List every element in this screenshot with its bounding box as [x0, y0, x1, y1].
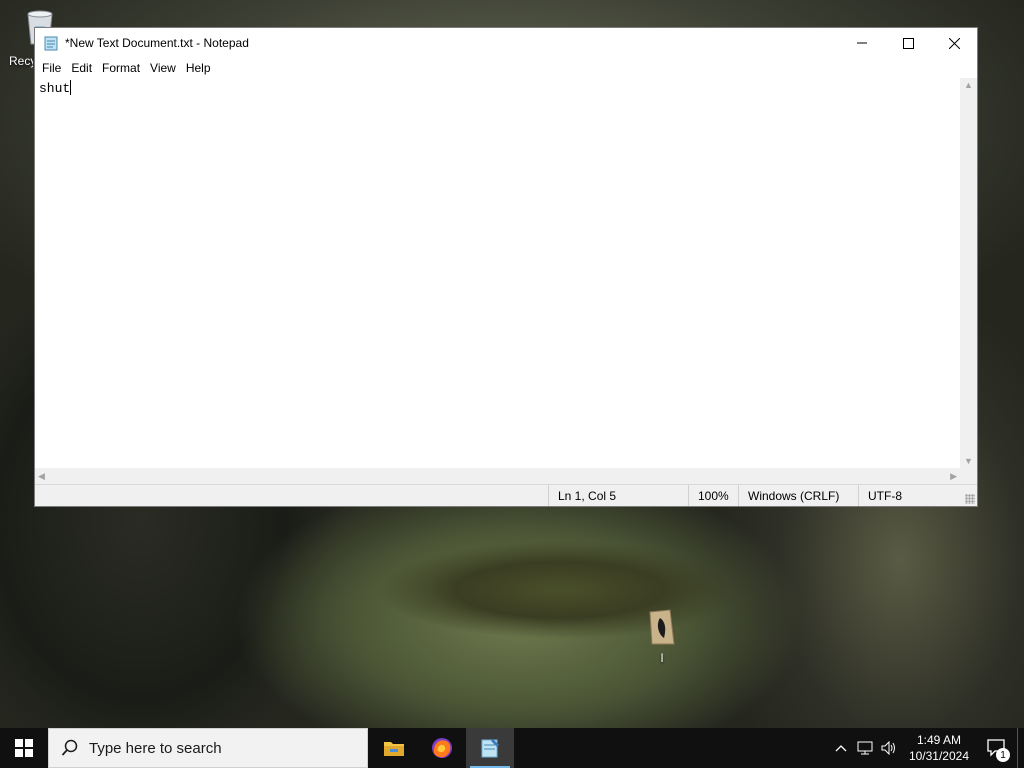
notepad-icon — [481, 739, 499, 758]
minimize-button[interactable] — [839, 28, 885, 58]
scroll-up-icon[interactable]: ▲ — [964, 80, 973, 90]
show-desktop-button[interactable] — [1017, 728, 1024, 768]
file-explorer-icon — [384, 742, 404, 756]
folder-desktop-icon[interactable]: I — [640, 606, 684, 665]
taskbar-firefox[interactable] — [418, 728, 466, 768]
firefox-icon — [432, 738, 452, 758]
status-bar: Ln 1, Col 5 100% Windows (CRLF) UTF-8 — [35, 484, 977, 506]
notification-count-badge: 1 — [996, 748, 1010, 762]
notepad-window: *New Text Document.txt - Notepad File Ed… — [34, 27, 978, 507]
horizontal-scrollbar[interactable]: ◀ ▶ — [35, 468, 960, 485]
scroll-left-icon[interactable]: ◀ — [38, 471, 45, 482]
system-tray: 1:49 AM 10/31/2024 1 — [829, 728, 1024, 768]
status-position: Ln 1, Col 5 — [548, 485, 688, 506]
folder-icon — [649, 609, 675, 645]
menu-help[interactable]: Help — [181, 58, 216, 78]
title-bar[interactable]: *New Text Document.txt - Notepad — [35, 28, 977, 58]
search-icon — [61, 739, 78, 756]
recycle-bin-label: Recycle Bin — [9, 54, 33, 68]
menu-edit[interactable]: Edit — [66, 58, 97, 78]
scroll-corner — [960, 468, 977, 485]
scroll-down-icon[interactable]: ▼ — [964, 456, 973, 466]
minimize-icon — [857, 42, 867, 44]
network-icon[interactable] — [853, 741, 877, 755]
action-center-button[interactable]: 1 — [977, 728, 1017, 768]
menu-view[interactable]: View — [145, 58, 181, 78]
resize-grip-icon[interactable] — [965, 494, 975, 504]
volume-icon[interactable] — [877, 741, 901, 755]
menu-format[interactable]: Format — [97, 58, 145, 78]
taskbar-clock[interactable]: 1:49 AM 10/31/2024 — [901, 732, 977, 764]
scroll-right-icon[interactable]: ▶ — [950, 471, 957, 482]
notepad-app-icon — [44, 36, 58, 51]
windows-logo-icon — [15, 739, 33, 757]
status-line-ending: Windows (CRLF) — [738, 485, 858, 506]
text-editor-area[interactable]: shut — [35, 78, 960, 468]
menu-bar: File Edit Format View Help — [35, 58, 977, 78]
maximize-icon — [902, 37, 914, 49]
maximize-button[interactable] — [885, 28, 931, 58]
taskbar-file-explorer[interactable] — [370, 728, 418, 768]
search-placeholder: Type here to search — [89, 739, 222, 757]
start-button[interactable] — [0, 728, 48, 768]
vertical-scrollbar[interactable]: ▲ ▼ — [960, 78, 977, 468]
menu-file[interactable]: File — [37, 58, 66, 78]
folder-label: I — [660, 651, 664, 665]
window-title: *New Text Document.txt - Notepad — [65, 36, 249, 50]
taskbar-search-box[interactable]: Type here to search — [48, 728, 368, 768]
status-encoding: UTF-8 — [858, 485, 958, 506]
show-hidden-icons-chevron-icon[interactable] — [829, 744, 853, 752]
taskbar: Type here to search 1:49 AM 10/31/2024 1 — [0, 728, 1024, 768]
clock-time: 1:49 AM — [916, 733, 961, 747]
document-text: shut — [39, 81, 71, 96]
text-caret — [70, 80, 72, 95]
status-zoom: 100% — [688, 485, 738, 506]
clock-date: 10/31/2024 — [908, 749, 969, 763]
close-button[interactable] — [931, 28, 977, 58]
close-icon — [948, 37, 960, 49]
taskbar-notepad[interactable] — [466, 728, 514, 768]
